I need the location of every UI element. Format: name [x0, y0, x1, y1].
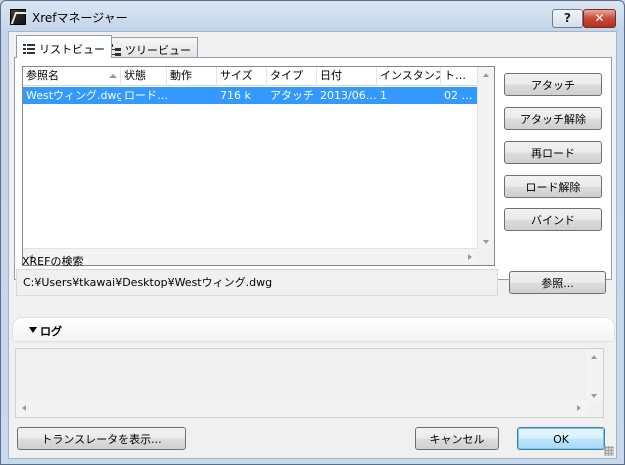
column-header-status[interactable]: 状態	[121, 67, 167, 86]
sort-ascending-icon	[109, 74, 117, 78]
scrollbar-corner	[477, 248, 494, 265]
title-bar: Xrefマネージャー ? ✕	[1, 1, 624, 31]
scroll-left-icon[interactable]	[22, 405, 26, 411]
list-view-icon	[23, 42, 35, 55]
app-icon	[10, 9, 26, 25]
window-title: Xrefマネージャー	[32, 11, 128, 25]
scroll-down-icon[interactable]	[483, 240, 489, 244]
attach-button[interactable]: アタッチ	[504, 73, 602, 96]
tab-tree-view-label: ツリービュー	[125, 43, 191, 57]
cell-size: 716 k	[220, 89, 251, 102]
column-header-type[interactable]: タイプ	[267, 67, 317, 86]
column-header-size[interactable]: サイズ	[217, 67, 267, 86]
scroll-up-icon[interactable]	[483, 73, 489, 77]
column-header-action[interactable]: 動作	[167, 67, 217, 86]
cell-status: ロード…	[124, 89, 167, 102]
list-header: 参照名 状態 動作 サイズ タイプ 日付 インスタンス ト…	[23, 67, 483, 86]
detach-button[interactable]: アタッチ解除	[504, 107, 602, 130]
log-area[interactable]	[15, 348, 604, 418]
log-section-header[interactable]: ログ	[12, 317, 615, 342]
cell-action	[167, 87, 217, 104]
column-header-instances[interactable]: インスタンス	[377, 67, 441, 86]
bind-button[interactable]: バインド	[504, 208, 602, 231]
cell-instances: 1	[380, 89, 387, 102]
xref-manager-window: Xrefマネージャー ? ✕ リストビュー ツリービュー 参照名 状態 動作 サ…	[0, 0, 625, 465]
log-title: ログ	[40, 325, 62, 338]
list-horizontal-scrollbar[interactable]	[23, 248, 478, 265]
close-button[interactable]: ✕	[583, 9, 616, 28]
unload-button[interactable]: ロード解除	[504, 175, 602, 198]
log-vertical-scrollbar[interactable]	[586, 349, 603, 402]
column-header-date[interactable]: 日付	[317, 67, 377, 86]
reload-button[interactable]: 再ロード	[504, 141, 602, 164]
help-button[interactable]: ?	[552, 9, 583, 28]
group-divider	[14, 259, 16, 260]
tab-list-view-label: リストビュー	[39, 42, 105, 56]
collapse-arrow-icon[interactable]	[29, 327, 37, 333]
cancel-button[interactable]: キャンセル	[415, 427, 499, 450]
xref-list[interactable]: 参照名 状態 動作 サイズ タイプ 日付 インスタンス ト… Westウィング.…	[22, 66, 495, 266]
log-horizontal-scrollbar[interactable]	[16, 400, 587, 417]
scroll-down-icon[interactable]	[591, 394, 597, 398]
browse-button[interactable]: 参照...	[509, 271, 606, 294]
resize-grip-icon[interactable]	[604, 446, 614, 456]
tab-list-view[interactable]: リストビュー	[16, 35, 112, 58]
table-row[interactable]: Westウィング.dwg ロード… 716 k アタッチ 2013/06… 1 …	[23, 87, 483, 104]
cell-type: アタッチ	[270, 89, 314, 102]
scroll-right-icon[interactable]	[577, 405, 581, 411]
scroll-up-icon[interactable]	[591, 355, 597, 359]
list-vertical-scrollbar[interactable]	[477, 67, 494, 250]
xref-search-label: XREFの検索	[22, 255, 84, 268]
column-header-name[interactable]: 参照名	[23, 67, 121, 86]
tab-panel: 参照名 状態 動作 サイズ タイプ 日付 インスタンス ト… Westウィング.…	[14, 57, 612, 280]
ok-button[interactable]: OK	[517, 427, 605, 450]
cell-name: Westウィング.dwg	[26, 89, 121, 102]
xref-path-field[interactable]: C:¥Users¥tkawai¥Desktop¥Westウィング.dwg	[16, 269, 498, 296]
cell-date: 2013/06…	[320, 89, 377, 102]
tab-tree-view[interactable]: ツリービュー	[102, 37, 198, 58]
scroll-right-icon[interactable]	[468, 254, 472, 260]
dialog-body: リストビュー ツリービュー 参照名 状態 動作 サイズ タイプ 日付 インスタン…	[8, 31, 617, 459]
show-translator-button[interactable]: トランスレータを表示...	[17, 427, 186, 450]
